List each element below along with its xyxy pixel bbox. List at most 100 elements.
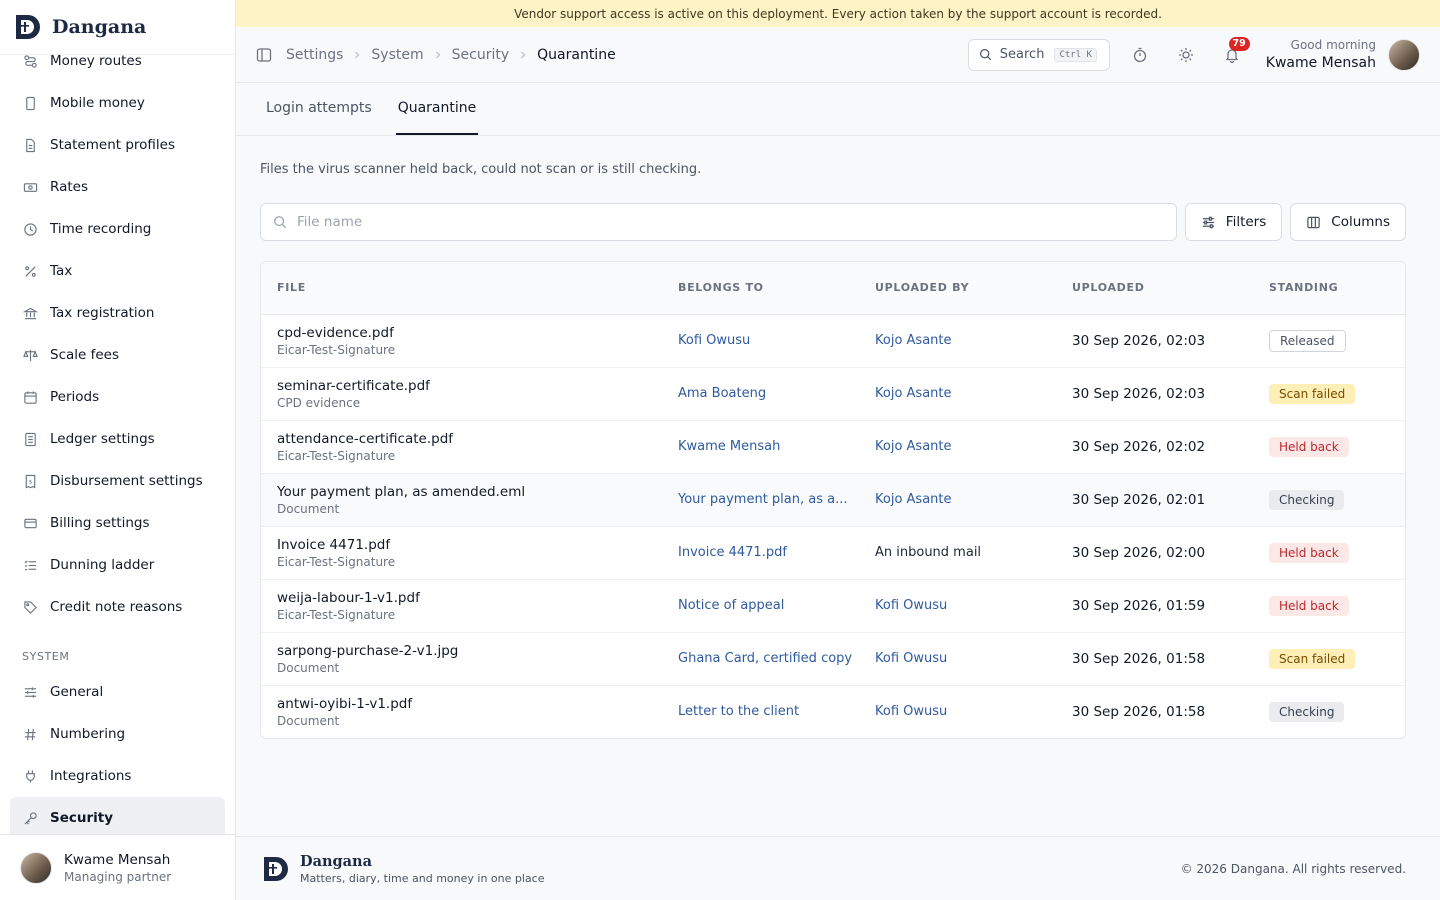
sidebar-item-scale-fees[interactable]: Scale fees <box>10 334 225 376</box>
footer: Dangana Matters, diary, time and money i… <box>236 836 1440 900</box>
uploader-link[interactable]: Kojo Asante <box>875 439 952 454</box>
status-badge: Held back <box>1269 542 1349 563</box>
table-row[interactable]: cpd-evidence.pdf Eicar-Test-Signature Kofi… <box>261 314 1405 368</box>
sidebar-item-statement-profiles[interactable]: Statement profiles <box>10 124 225 166</box>
sidebar-toggle-icon[interactable] <box>256 47 272 63</box>
belongs-cell: Notice of appeal <box>662 579 859 633</box>
breadcrumb-system[interactable]: System <box>371 47 423 63</box>
breadcrumb-settings[interactable]: Settings <box>286 47 343 63</box>
belongs-to-link[interactable]: Ghana Card, certified copy <box>678 651 852 666</box>
columns-button[interactable]: Columns <box>1290 203 1406 241</box>
file-name[interactable]: attendance-certificate.pdf <box>277 431 662 447</box>
belongs-to-link[interactable]: Your payment plan, as a... <box>678 492 848 507</box>
landmark-icon <box>22 305 38 321</box>
status-badge: Scan failed <box>1269 648 1356 669</box>
scale-icon <box>22 347 38 363</box>
hash-icon <box>22 726 38 742</box>
sidebar-item-numbering[interactable]: Numbering <box>10 713 225 755</box>
file-name[interactable]: Your payment plan, as amended.eml <box>277 484 662 500</box>
sidebar-item-rates[interactable]: Rates <box>10 166 225 208</box>
belongs-cell: Ama Boateng <box>662 367 859 421</box>
column-header-file[interactable]: FILE <box>261 262 662 315</box>
sidebar-item-general[interactable]: General <box>10 671 225 713</box>
column-header-uploaded-by[interactable]: UPLOADED BY <box>859 262 1056 315</box>
file-name[interactable]: seminar-certificate.pdf <box>277 378 662 394</box>
column-header-belongs-to[interactable]: BELONGS TO <box>662 262 859 315</box>
uploader-link[interactable]: Kojo Asante <box>875 333 952 348</box>
belongs-to-link[interactable]: Ama Boateng <box>678 386 766 401</box>
sidebar-user[interactable]: Kwame Mensah Managing partner <box>0 834 235 900</box>
tab-quarantine[interactable]: Quarantine <box>395 82 479 135</box>
belongs-to-link[interactable]: Kofi Owusu <box>678 333 750 348</box>
uploader-cell: Kojo Asante <box>859 314 1056 368</box>
user-avatar-button[interactable] <box>1388 38 1420 71</box>
uploader-link[interactable]: Kojo Asante <box>875 492 952 507</box>
receipt-icon: $ <box>22 473 38 489</box>
sidebar-item-disbursement-settings[interactable]: $ Disbursement settings <box>10 460 225 502</box>
uploader-link[interactable]: Kofi Owusu <box>875 704 947 719</box>
file-name[interactable]: sarpong-purchase-2-v1.jpg <box>277 643 662 659</box>
belongs-to-link[interactable]: Kwame Mensah <box>678 439 780 454</box>
chevron-right-icon <box>434 48 442 62</box>
nav-section-system: SYSTEM <box>22 650 70 663</box>
timer-button[interactable] <box>1124 39 1156 71</box>
table-row[interactable]: attendance-certificate.pdf Eicar-Test-Sig… <box>261 420 1405 474</box>
belongs-cell: Kwame Mensah <box>662 420 859 474</box>
table-row[interactable]: seminar-certificate.pdf CPD evidence Ama B… <box>261 367 1405 421</box>
sidebar-item-security[interactable]: Security <box>10 797 225 834</box>
belongs-to-link[interactable]: Letter to the client <box>678 704 799 719</box>
dangana-logo-icon <box>16 15 40 39</box>
sidebar-item-integrations[interactable]: Integrations <box>10 755 225 797</box>
belongs-to-link[interactable]: Notice of appeal <box>678 598 784 613</box>
table-row[interactable]: weija-labour-1-v1.pdf Eicar-Test-Signatur… <box>261 579 1405 633</box>
belongs-to-link[interactable]: Invoice 4471.pdf <box>678 545 787 560</box>
uploader-link[interactable]: Kofi Owusu <box>875 598 947 613</box>
filters-button[interactable]: Filters <box>1184 203 1283 241</box>
file-cell: attendance-certificate.pdf Eicar-Test-Sig… <box>261 420 662 474</box>
uploader-link[interactable]: Kofi Owusu <box>875 651 947 666</box>
file-name-input[interactable] <box>297 214 1164 230</box>
file-detail: Eicar-Test-Signature <box>277 554 396 569</box>
file-name[interactable]: cpd-evidence.pdf <box>277 325 662 341</box>
file-name[interactable]: weija-labour-1-v1.pdf <box>277 590 662 606</box>
notifications-button[interactable]: 79 <box>1216 36 1250 71</box>
percent-icon <box>22 263 38 279</box>
theme-toggle-button[interactable] <box>1170 39 1202 71</box>
uploader-cell: Kofi Owusu <box>859 632 1056 686</box>
table-row[interactable]: Your payment plan, as amended.eml Documen… <box>261 473 1405 527</box>
breadcrumb-security[interactable]: Security <box>452 47 510 63</box>
svg-text:$: $ <box>28 479 32 485</box>
file-name[interactable]: antwi-oyibi-1-v1.pdf <box>277 696 662 712</box>
sidebar-item-periods[interactable]: Periods <box>10 376 225 418</box>
sidebar-item-label: Integrations <box>50 768 132 784</box>
document-icon <box>22 137 38 153</box>
standing-cell: Checking <box>1253 473 1405 527</box>
table-row[interactable]: sarpong-purchase-2-v1.jpg Document Ghana C… <box>261 632 1405 686</box>
file-name[interactable]: Invoice 4471.pdf <box>277 537 662 553</box>
sidebar-item-billing-settings[interactable]: Billing settings <box>10 502 225 544</box>
file-name-filter[interactable] <box>260 203 1177 241</box>
belongs-cell: Invoice 4471.pdf <box>662 526 859 580</box>
brand[interactable]: Dangana <box>0 0 235 55</box>
file-cell: Invoice 4471.pdf Eicar-Test-Signature <box>261 526 662 580</box>
tab-login-attempts[interactable]: Login attempts <box>264 82 374 135</box>
search-button[interactable]: Search Ctrl K <box>967 38 1110 71</box>
uploaded-cell: 30 Sep 2026, 01:59 <box>1056 579 1253 633</box>
sidebar-item-credit-note-reasons[interactable]: Credit note reasons <box>10 586 225 628</box>
uploader-link[interactable]: Kojo Asante <box>875 386 952 401</box>
sidebar-item-tax-registration[interactable]: Tax registration <box>10 292 225 334</box>
sidebar-item-mobile-money[interactable]: Mobile money <box>10 82 225 124</box>
sidebar-item-time-recording[interactable]: Time recording <box>10 208 225 250</box>
uploader-cell: Kojo Asante <box>859 473 1056 527</box>
sidebar-item-money-routes[interactable]: Money routes <box>10 55 225 73</box>
sidebar-item-label: Billing settings <box>50 515 150 531</box>
column-header-uploaded[interactable]: UPLOADED <box>1056 262 1253 315</box>
column-header-standing[interactable]: STANDING <box>1253 262 1405 315</box>
belongs-cell: Ghana Card, certified copy <box>662 632 859 686</box>
sidebar-item-tax[interactable]: Tax <box>10 250 225 292</box>
table-row[interactable]: Invoice 4471.pdf Eicar-Test-Signature Invo… <box>261 526 1405 580</box>
uploaded-cell: 30 Sep 2026, 02:03 <box>1056 367 1253 421</box>
sidebar-item-ledger-settings[interactable]: Ledger settings <box>10 418 225 460</box>
sidebar-item-dunning-ladder[interactable]: Dunning ladder <box>10 544 225 586</box>
table-row[interactable]: antwi-oyibi-1-v1.pdf Document Letter to th… <box>261 685 1405 738</box>
